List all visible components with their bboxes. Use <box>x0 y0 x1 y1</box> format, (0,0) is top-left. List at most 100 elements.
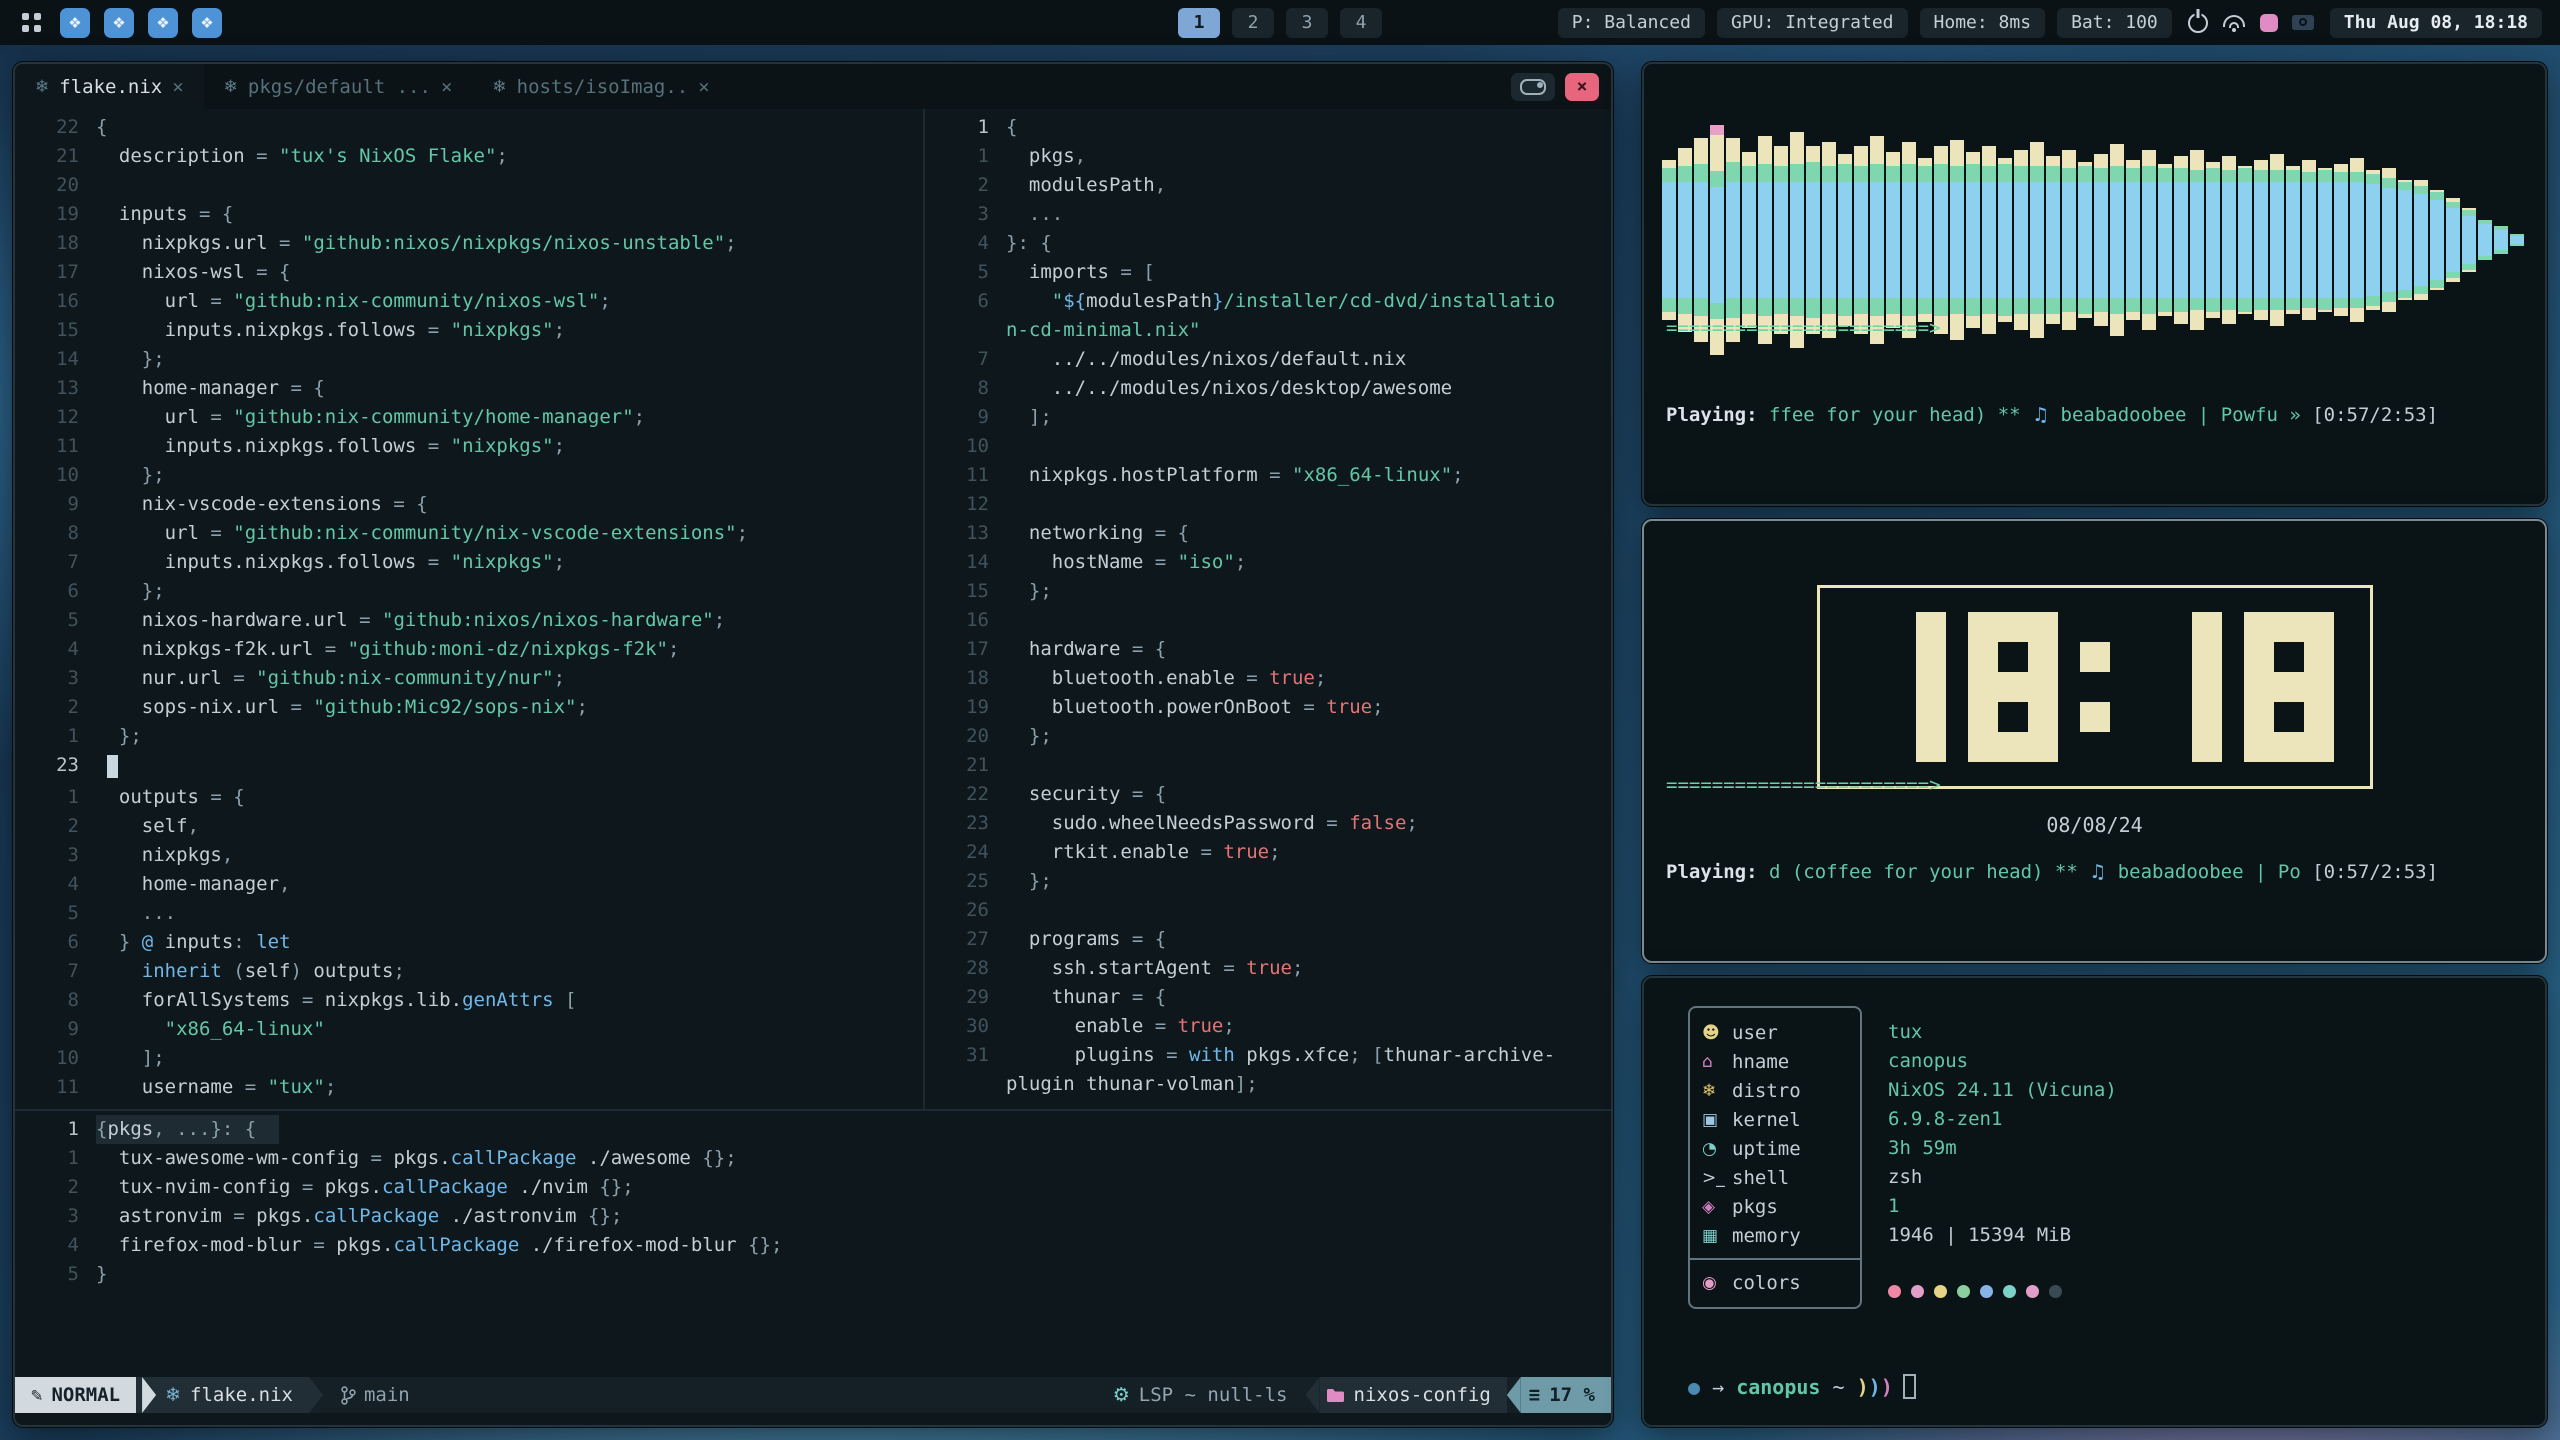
gear-icon: ⚙ <box>1113 1384 1130 1406</box>
code-text: }; <box>96 722 142 751</box>
lines-icon: ≡ <box>1529 1384 1540 1406</box>
tab-close-icon[interactable]: × <box>172 76 183 98</box>
viz-column <box>2510 234 2524 246</box>
power-icon[interactable] <box>2188 13 2208 33</box>
lsp-status: ⚙ LSP ~ null-ls <box>1095 1377 1306 1413</box>
line-number: 14 <box>15 345 96 374</box>
color-swatch-icon[interactable] <box>2260 14 2278 32</box>
tab-close-icon[interactable]: × <box>441 76 452 98</box>
fetch-label: hname <box>1732 1051 1789 1073</box>
tab-pkgs-default-[interactable]: ❄pkgs/default ...× <box>204 64 473 109</box>
powerline-separator <box>1507 1377 1521 1413</box>
dock-app-icon[interactable]: ❖ <box>60 8 90 38</box>
separator-line: =======================> <box>1666 771 2523 800</box>
dock-app-icon[interactable]: ❖ <box>148 8 178 38</box>
code-line: 7 inputs.nixpkgs.follows = "nixpkgs"; <box>15 548 923 577</box>
shell-prompt[interactable]: ● → canopus ~ ))) <box>1688 1374 1916 1399</box>
code-line: 1{pkgs, ...}: { <box>15 1115 1611 1144</box>
line-number: 1 <box>925 113 1006 142</box>
fetch-label: distro <box>1732 1080 1801 1102</box>
dock-app-icon[interactable]: ❖ <box>192 8 222 38</box>
scroll-percent: ≡ 17 % <box>1521 1377 1611 1413</box>
code-text: }; <box>96 461 165 490</box>
code-text: nixos-hardware.url = "github:nixos/nixos… <box>96 606 725 635</box>
terminal-cursor <box>1903 1374 1916 1399</box>
status-pill: P: Balanced <box>1558 8 1705 38</box>
code-line: 3 nur.url = "github:nix-community/nur"; <box>15 664 923 693</box>
code-line: 27 programs = { <box>925 925 1611 954</box>
code-line: 6 "${modulesPath}/installer/cd-dvd/insta… <box>925 287 1611 316</box>
pane-pkgs-default[interactable]: 1{pkgs, ...}: {1 tux-awesome-wm-config =… <box>15 1111 1611 1377</box>
launcher-icon[interactable] <box>18 10 44 36</box>
line-number: 6 <box>15 577 96 606</box>
code-text: { <box>1006 113 1017 142</box>
line-number: 23 <box>925 809 1006 838</box>
code-text: }; <box>1006 722 1052 751</box>
palette-dot <box>1934 1285 1947 1298</box>
workspace-tag[interactable]: 4 <box>1340 8 1382 38</box>
line-number <box>925 1070 1006 1099</box>
fetch-label: uptime <box>1732 1138 1801 1160</box>
dock-app-icon[interactable]: ❖ <box>104 8 134 38</box>
line-number: 26 <box>925 896 1006 925</box>
code-text: ssh.startAgent = true; <box>1006 954 1303 983</box>
line-number: 5 <box>925 258 1006 287</box>
code-text: plugins = with pkgs.xfce; [thunar-archiv… <box>1006 1041 1555 1070</box>
wifi-icon[interactable] <box>2222 14 2246 32</box>
code-line: 13 networking = { <box>925 519 1611 548</box>
code-text: nix-vscode-extensions = { <box>96 490 428 519</box>
toggle-icon[interactable] <box>1511 73 1555 101</box>
code-line: 12 url = "github:nix-community/home-mana… <box>15 403 923 432</box>
line-number: 15 <box>15 316 96 345</box>
code-line: n-cd-minimal.nix" <box>925 316 1611 345</box>
code-text: description = "tux's NixOS Flake"; <box>96 142 508 171</box>
fetch-row: ◔uptime <box>1690 1134 1860 1163</box>
line-number: 18 <box>925 664 1006 693</box>
code-line: 26 <box>925 896 1611 925</box>
tab-hosts-isoImag-[interactable]: ❄hosts/isoImag..× <box>472 64 729 109</box>
line-number: 4 <box>15 870 96 899</box>
cursor-block <box>107 755 118 778</box>
tab-flake-nix[interactable]: ❄flake.nix× <box>15 64 204 109</box>
code-line: 24 rtkit.enable = true; <box>925 838 1611 867</box>
code-line: 3 nixpkgs, <box>15 841 923 870</box>
fetch-value: 1946 | 15394 MiB <box>1888 1221 2117 1250</box>
memory-icon: ▦ <box>1702 1226 1732 1246</box>
workspace-tag[interactable]: 3 <box>1286 8 1328 38</box>
fetch-value: 6.9.8-zen1 <box>1888 1105 2117 1134</box>
fetch-row: >_shell <box>1690 1163 1860 1192</box>
line-number: 17 <box>15 258 96 287</box>
code-line: 3 ... <box>925 200 1611 229</box>
camera-icon[interactable] <box>2292 15 2314 30</box>
pane-flake-nix[interactable]: 22{21 description = "tux's NixOS Flake";… <box>15 109 923 1109</box>
code-line: 7 inherit (self) outputs; <box>15 957 923 986</box>
palette-dot <box>1980 1285 1993 1298</box>
workspace-tag[interactable]: 1 <box>1178 8 1220 38</box>
code-line: 2 tux-nvim-config = pkgs.callPackage ./n… <box>15 1173 1611 1202</box>
line-number: 7 <box>925 345 1006 374</box>
workspace-tag[interactable]: 2 <box>1232 8 1274 38</box>
git-branch-icon <box>341 1386 356 1405</box>
line-number: 3 <box>15 841 96 870</box>
code-text: outputs = { <box>96 783 245 812</box>
line-number: 9 <box>15 490 96 519</box>
window-close-button[interactable]: × <box>1565 73 1599 101</box>
line-number: 17 <box>925 635 1006 664</box>
pane-iso-image[interactable]: 1{1 pkgs,2 modulesPath,3 ...4}: {5 impor… <box>925 109 1611 1109</box>
code-text: security = { <box>1006 780 1166 809</box>
code-text: modulesPath, <box>1006 171 1166 200</box>
line-number: 11 <box>925 461 1006 490</box>
palette-dot <box>1957 1285 1970 1298</box>
user-icon: ☻ <box>1702 1023 1732 1043</box>
line-number: 29 <box>925 983 1006 1012</box>
code-line: 20 <box>15 171 923 200</box>
code-line: 6 } @ inputs: let <box>15 928 923 957</box>
code-text: plugin thunar-volman]; <box>1006 1070 1258 1099</box>
code-line: 19 inputs = { <box>15 200 923 229</box>
code-text: rtkit.enable = true; <box>1006 838 1281 867</box>
line-number: 1 <box>15 1115 96 1144</box>
code-text: }; <box>96 345 165 374</box>
tab-close-icon[interactable]: × <box>698 76 709 98</box>
code-line: 4 home-manager, <box>15 870 923 899</box>
line-number: 8 <box>15 986 96 1015</box>
